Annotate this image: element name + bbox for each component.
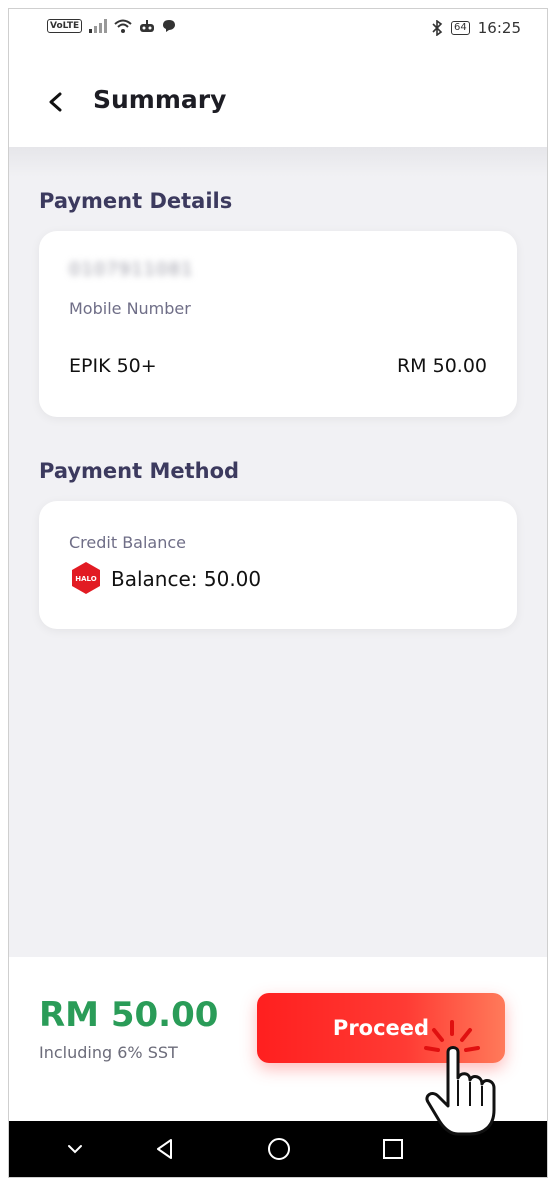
notification-icon <box>140 20 155 32</box>
app-header: Summary <box>9 49 547 147</box>
phone-screen: VoLTE 64 16:25 Summary Payment Details 0… <box>8 8 548 1178</box>
recents-square-icon[interactable] <box>379 1135 407 1163</box>
mobile-number-value: 0107911081 <box>69 259 194 280</box>
plan-price: RM 50.00 <box>396 355 487 377</box>
system-nav-bar <box>9 1121 547 1177</box>
halo-logo-icon: HALO <box>72 562 100 594</box>
balance-row: Balance: 50.00 <box>111 567 261 591</box>
bluetooth-icon <box>432 20 443 36</box>
credit-balance-label: Credit Balance <box>69 533 187 552</box>
mobile-number-label: Mobile Number <box>69 299 191 318</box>
plan-name: EPIK 50+ <box>69 355 157 377</box>
battery-icon: 64 <box>451 21 470 35</box>
payment-details-title: Payment Details <box>39 189 233 213</box>
halo-logo-text: HALO <box>75 575 96 583</box>
balance-label: Balance: <box>111 567 198 591</box>
payment-method-title: Payment Method <box>39 459 240 483</box>
checkout-footer: RM 50.00 Including 6% SST Proceed <box>9 957 547 1121</box>
proceed-button[interactable]: Proceed <box>257 993 505 1063</box>
wifi-icon <box>114 19 132 33</box>
signal-icon <box>89 19 108 33</box>
status-bar: VoLTE 64 16:25 <box>9 9 547 49</box>
chevron-left-icon[interactable] <box>45 91 67 113</box>
page-title: Summary <box>93 85 227 114</box>
chat-icon <box>163 20 176 32</box>
back-triangle-icon[interactable] <box>151 1135 179 1163</box>
main-content: Payment Details 0107911081 Mobile Number… <box>9 147 547 957</box>
payment-details-card: 0107911081 Mobile Number EPIK 50+ RM 50.… <box>39 231 517 417</box>
volte-badge: VoLTE <box>47 19 83 33</box>
chevron-down-icon[interactable] <box>61 1135 89 1163</box>
home-circle-icon[interactable] <box>265 1135 293 1163</box>
payment-method-card[interactable]: Credit Balance HALO Balance: 50.00 <box>39 501 517 629</box>
balance-value: 50.00 <box>203 567 262 591</box>
total-amount: RM 50.00 <box>39 995 219 1035</box>
tax-note: Including 6% SST <box>39 1043 178 1062</box>
clock: 16:25 <box>477 19 521 37</box>
